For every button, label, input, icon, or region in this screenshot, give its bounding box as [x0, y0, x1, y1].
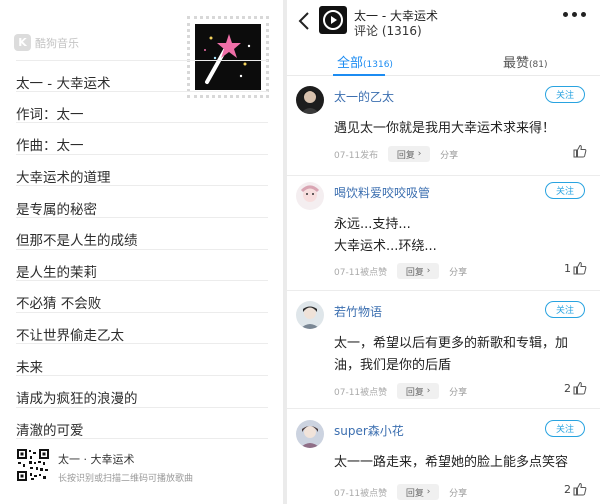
more-options-icon[interactable]: [563, 12, 586, 17]
comment-tabs: 全部(1316) 最赞(81): [287, 42, 600, 76]
share-footer: 太一 · 大幸运术 长按识别或扫描二维码可播放歌曲: [16, 448, 193, 484]
comment-line: 遇见太一你就是我用大幸运术求来得！: [334, 121, 556, 136]
share-button[interactable]: 分享: [449, 486, 467, 499]
follow-button[interactable]: 关注: [545, 182, 585, 199]
follow-button[interactable]: 关注: [545, 420, 585, 437]
comment-item: 若竹物语 关注 太一，希望以后有更多的新歌和专辑，加 油，我们是你的后盾 07-…: [287, 295, 600, 409]
lyric-line: 是人生的茉莉: [16, 250, 268, 282]
username[interactable]: 喝饮料爱咬咬吸管: [334, 184, 430, 201]
qr-code-icon[interactable]: [16, 448, 50, 482]
tab-best-label: 最赞: [503, 56, 530, 71]
back-arrow-icon[interactable]: [295, 10, 315, 32]
play-disc-icon: [323, 10, 343, 30]
reply-button[interactable]: 回复 ›: [397, 484, 440, 500]
thumbs-up-icon: [573, 144, 587, 158]
top-bar: 太一 - 大幸运术 评论 (1316): [287, 0, 600, 40]
kugou-logo-icon: K: [14, 34, 31, 51]
share-button[interactable]: 分享: [449, 265, 467, 278]
share-button[interactable]: 分享: [449, 385, 467, 398]
share-button[interactable]: 分享: [440, 148, 458, 161]
tab-best-count: (81): [529, 60, 548, 70]
reply-button[interactable]: 回复 ›: [388, 146, 431, 162]
tab-all[interactable]: 全部(1316): [337, 52, 393, 71]
lyric-line: 作词：太一: [16, 92, 268, 124]
username[interactable]: 太一的乙太: [334, 88, 394, 105]
lyric-line: 是专属的秘密: [16, 186, 268, 218]
brand-name: 酷狗音乐: [35, 36, 79, 50]
lyric-line: 未来: [16, 344, 268, 376]
footer-hint: 长按识别或扫描二维码可播放歌曲: [58, 474, 194, 484]
comment-meta: 07-11被点赞 回复 › 分享: [334, 263, 467, 279]
comment-time: 07-11被点赞: [334, 488, 388, 499]
like-button[interactable]: [571, 144, 587, 158]
comment-meta: 07-11被点赞 回复 › 分享: [334, 484, 467, 500]
comment-item: 太一的乙太 关注 遇见太一你就是我用大幸运术求来得！ 07-11发布 回复 › …: [287, 80, 600, 176]
tab-best[interactable]: 最赞(81): [503, 52, 548, 71]
active-tab-indicator: [333, 74, 385, 76]
comment-text: 太一一路走来，希望她的脸上能多点笑容: [334, 452, 579, 474]
reply-button[interactable]: 回复 ›: [397, 383, 440, 399]
comment-time: 07-11发布: [334, 150, 379, 161]
like-button[interactable]: 2: [564, 482, 587, 496]
reply-button[interactable]: 回复 ›: [397, 263, 440, 279]
lyric-line: 不必猜 不会败: [16, 281, 268, 313]
footer-song-title: 太一 · 大幸运术: [58, 453, 135, 466]
like-count: 2: [564, 381, 571, 395]
follow-button[interactable]: 关注: [545, 301, 585, 318]
tab-all-label: 全部: [337, 56, 364, 71]
avatar[interactable]: [296, 86, 324, 114]
song-thumbnail[interactable]: [319, 6, 347, 34]
comment-time: 07-11被点赞: [334, 267, 388, 278]
comment-meta: 07-11被点赞 回复 › 分享: [334, 383, 467, 399]
avatar[interactable]: [296, 301, 324, 329]
tab-all-count: (1316): [363, 60, 393, 70]
lyric-line: 不让世界偷走乙太: [16, 313, 268, 345]
lyric-share-card: K 酷狗音乐 太一 - 大幸运术 作词：太一 作曲：太一 大幸运术的道理 是专属…: [0, 0, 283, 504]
like-count: 1: [564, 261, 571, 275]
follow-button[interactable]: 关注: [545, 86, 585, 103]
comment-item: super森小花 关注 太一一路走来，希望她的脸上能多点笑容 07-11被点赞 …: [287, 414, 600, 504]
like-button[interactable]: 2: [564, 381, 587, 395]
like-count: 2: [564, 482, 571, 496]
lyric-line: 请成为疯狂的浪漫的: [16, 376, 268, 408]
comment-line: 油，我们是你的后盾: [334, 358, 452, 373]
username[interactable]: super森小花: [334, 422, 404, 439]
comment-time: 07-11被点赞: [334, 387, 388, 398]
comment-text: 遇见太一你就是我用大幸运术求来得！: [334, 118, 579, 140]
lyrics-list: 太一 - 大幸运术 作词：太一 作曲：太一 大幸运术的道理 是专属的秘密 但那不…: [16, 60, 268, 440]
comment-line: 太一，希望以后有更多的新歌和专辑，加: [334, 336, 569, 351]
comment-text: 太一，希望以后有更多的新歌和专辑，加 油，我们是你的后盾: [334, 333, 579, 377]
lyric-line: 作曲：太一: [16, 123, 268, 155]
kugou-logo: K 酷狗音乐: [14, 34, 79, 51]
comment-line: 大幸运术...环绕...: [334, 239, 437, 254]
lyric-line: 清澈的可爱: [16, 408, 268, 440]
comment-count: 评论 (1316): [354, 24, 422, 38]
comment-line: 永远...支持...: [334, 217, 411, 232]
comment-line: 太一一路走来，希望她的脸上能多点笑容: [334, 455, 569, 470]
like-button[interactable]: 1: [564, 261, 587, 275]
username[interactable]: 若竹物语: [334, 303, 382, 320]
comment-meta: 07-11发布 回复 › 分享: [334, 146, 458, 162]
lyric-line: 但那不是人生的成绩: [16, 218, 268, 250]
lyric-line: 大幸运术的道理: [16, 155, 268, 187]
comments-page: 太一 - 大幸运术 评论 (1316) 全部(1316) 最赞(81) 太一的乙…: [283, 0, 600, 504]
thumbs-up-icon: [573, 261, 587, 275]
thumbs-up-icon: [573, 381, 587, 395]
comment-item: 喝饮料爱咬咬吸管 关注 永远...支持... 大幸运术...环绕... 07-1…: [287, 176, 600, 291]
comment-text: 永远...支持... 大幸运术...环绕...: [334, 214, 579, 258]
avatar[interactable]: [296, 420, 324, 448]
lyric-line: 太一 - 大幸运术: [16, 60, 268, 92]
avatar[interactable]: [296, 182, 324, 210]
thumbs-up-icon: [573, 482, 587, 496]
